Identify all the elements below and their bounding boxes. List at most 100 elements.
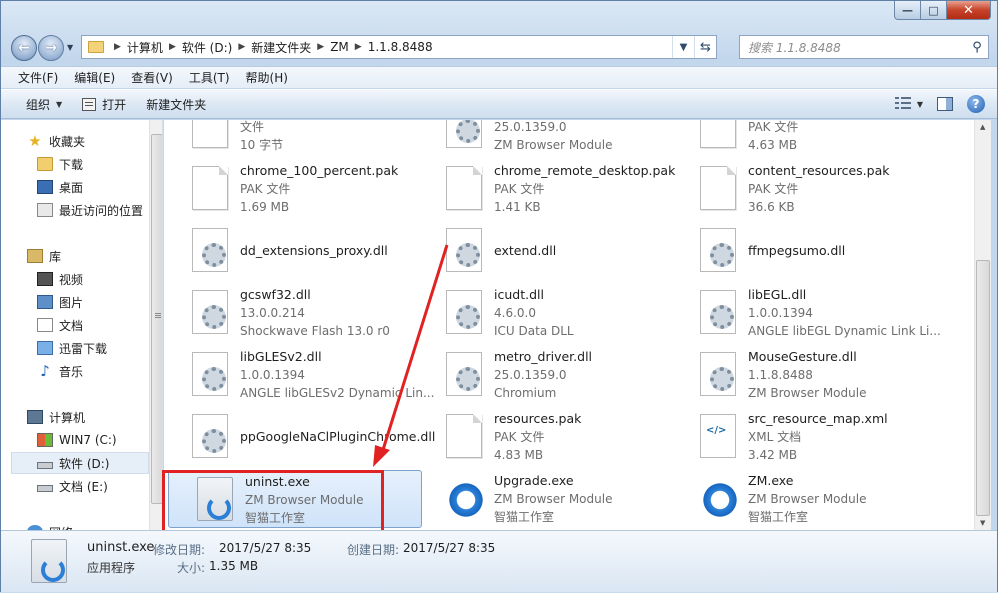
nav-documents[interactable]: 文档: [37, 314, 162, 336]
content-scrollbar[interactable]: ▲ ▼: [974, 120, 991, 530]
close-button[interactable]: ✕: [947, 1, 991, 20]
breadcrumb-new-folder[interactable]: 新建文件夹: [251, 39, 311, 56]
breadcrumb-drive-d[interactable]: 软件 (D:): [182, 39, 232, 56]
new-folder-button[interactable]: 新建文件夹: [136, 90, 216, 118]
file-detail: PAK 文件: [748, 120, 799, 134]
file-item[interactable]: chrome.dll25.0.1359.0ZM Browser Module: [418, 120, 672, 156]
file-item[interactable]: chrome_remote_desktop.pak PAK 文件 1.41 KB: [418, 160, 675, 218]
nav-drive-c[interactable]: WIN7 (C:): [37, 429, 162, 451]
search-icon[interactable]: ⚲: [966, 40, 988, 55]
file-item[interactable]: libGLESv2.dll 1.0.0.1394 ANGLE libGLESv2 D…: [164, 346, 434, 404]
drive-icon: [37, 461, 53, 469]
file-item[interactable]: content_resources.pak PAK 文件 36.6 KB: [672, 160, 926, 218]
menu-view[interactable]: 查看(V): [123, 69, 181, 86]
nav-computer[interactable]: 计算机: [27, 406, 162, 428]
chevron-right-icon[interactable]: ▶: [163, 42, 182, 52]
file-item[interactable]: metro_driver.dll 25.0.1359.0 Chromium: [418, 346, 672, 404]
scroll-up-icon[interactable]: ▲: [980, 123, 985, 131]
file-detail: 1.41 KB: [494, 200, 541, 214]
content-scroll-thumb[interactable]: [976, 260, 990, 516]
new-folder-label: 新建文件夹: [146, 97, 207, 112]
picture-icon: [37, 295, 53, 309]
minimize-button[interactable]: —: [894, 1, 921, 20]
file-detail: ZM Browser Module: [494, 492, 613, 506]
window-controls: — □ ✕: [894, 1, 991, 20]
help-icon[interactable]: ?: [967, 95, 985, 113]
nav-desktop[interactable]: 桌面: [37, 176, 162, 198]
dll-gear-icon: [446, 352, 482, 396]
nav-label: 文档 (E:): [59, 479, 108, 494]
details-modified-label: 修改日期:: [153, 543, 206, 557]
nav-network[interactable]: 网络: [27, 521, 162, 530]
refresh-icon[interactable]: ⇆: [694, 36, 716, 58]
forward-button[interactable]: →: [38, 35, 64, 61]
file-item[interactable]: dd_extensions_proxy.dll: [164, 222, 418, 280]
nav-scrollbar[interactable]: [149, 120, 162, 530]
view-dropdown-icon[interactable]: ▼: [917, 100, 923, 109]
file-detail: 36.6 KB: [748, 200, 795, 214]
nav-drive-e[interactable]: 文档 (E:): [37, 475, 162, 497]
maximize-button[interactable]: □: [921, 1, 947, 20]
file-item[interactable]: src_resource_map.xml XML 文档 3.42 MB: [672, 408, 926, 466]
dll-gear-icon: [446, 228, 482, 272]
file-detail: 文件: [240, 120, 265, 134]
file-item[interactable]: extend.dll: [418, 222, 672, 280]
nav-recent[interactable]: 最近访问的位置: [37, 199, 162, 221]
file-name: ppGoogleNaClPluginChrome.dll: [240, 429, 436, 444]
file-name: metro_driver.dll: [494, 349, 593, 364]
computer-icon: [27, 410, 43, 424]
file-detail: 4.63 MB: [748, 138, 798, 152]
file-item[interactable]: ZM.exe ZM Browser Module 智猫工作室: [672, 470, 926, 528]
nav-downloads[interactable]: 下载: [37, 153, 162, 175]
scroll-down-icon[interactable]: ▼: [980, 519, 985, 527]
file-item[interactable]: chrome_100_percent.pak PAK 文件 1.69 MB: [164, 160, 418, 218]
preview-pane-icon[interactable]: [937, 97, 953, 111]
breadcrumb-computer[interactable]: 计算机: [127, 39, 163, 56]
file-item[interactable]: libEGL.dll 1.0.0.1394 ANGLE libEGL Dynamic…: [672, 284, 941, 342]
file-item[interactable]: Upgrade.exe ZM Browser Module 智猫工作室: [418, 470, 672, 528]
nav-videos[interactable]: 视频: [37, 268, 162, 290]
search-box[interactable]: 搜索 1.1.8.8488 ⚲: [739, 35, 989, 59]
file-item[interactable]: gcswf32.dll 13.0.0.214 Shockwave Flash 13.…: [164, 284, 418, 342]
recent-places-icon: [37, 203, 53, 217]
nav-favorites[interactable]: ★ 收藏夹: [27, 130, 162, 152]
menu-bar: 文件(F) 编辑(E) 查看(V) 工具(T) 帮助(H): [1, 66, 997, 88]
file-item[interactable]: MouseGesture.dll 1.1.8.8488 ZM Browser Mod…: [672, 346, 926, 404]
zm-app-icon: [446, 478, 486, 518]
file-item[interactable]: resources.pak PAK 文件 4.83 MB: [418, 408, 672, 466]
chevron-right-icon[interactable]: ▶: [232, 42, 251, 52]
file-item[interactable]: ppGoogleNaClPluginChrome.dll: [164, 408, 435, 466]
open-button[interactable]: 打开: [72, 90, 136, 118]
menu-help[interactable]: 帮助(H): [238, 69, 296, 86]
menu-file[interactable]: 文件(F): [1, 69, 66, 86]
back-button[interactable]: ←: [11, 35, 37, 61]
file-detail: 25.0.1359.0: [494, 368, 567, 382]
file-detail: 3.42 MB: [748, 448, 798, 462]
nav-xunlei[interactable]: 迅雷下载: [37, 337, 162, 359]
chevron-right-icon[interactable]: ▶: [349, 42, 368, 52]
address-bar[interactable]: ▶ 计算机 ▶ 软件 (D:) ▶ 新建文件夹 ▶ ZM ▶ 1.1.8.8488 ▼ ⇆: [81, 35, 717, 59]
chevron-right-icon[interactable]: ▶: [108, 42, 127, 52]
menu-edit[interactable]: 编辑(E): [66, 69, 123, 86]
breadcrumb-zm[interactable]: ZM: [330, 40, 349, 54]
search-input[interactable]: 搜索 1.1.8.8488: [740, 39, 966, 56]
breadcrumb-version[interactable]: 1.1.8.8488: [368, 40, 433, 54]
nav-pictures[interactable]: 图片: [37, 291, 162, 313]
nav-libraries[interactable]: 库: [27, 245, 162, 267]
file-item[interactable]: ffmpegsumo.dll: [672, 222, 926, 280]
organize-button[interactable]: 组织 ▼: [1, 90, 72, 118]
menu-tools[interactable]: 工具(T): [181, 69, 238, 86]
chevron-right-icon[interactable]: ▶: [311, 42, 330, 52]
file-item[interactable]: chrome.pakPAK 文件4.63 MB: [672, 120, 926, 156]
nav-music[interactable]: ♪ 音乐: [37, 360, 162, 382]
recent-pages-dropdown[interactable]: ▼: [67, 43, 73, 52]
navigation-row: ← → ▼ ▶ 计算机 ▶ 软件 (D:) ▶ 新建文件夹 ▶ ZM ▶ 1.1.8.84…: [11, 33, 989, 61]
nav-scroll-thumb[interactable]: [151, 134, 162, 504]
nav-drive-d[interactable]: 软件 (D:): [11, 452, 149, 474]
file-item[interactable]: icudt.dll 4.6.0.0 ICU Data DLL: [418, 284, 672, 342]
chevron-down-icon[interactable]: ▼: [672, 36, 694, 58]
details-file-type: 应用程序: [87, 561, 136, 575]
file-item[interactable]: browser_version文件10 字节: [164, 120, 418, 156]
dll-gear-icon: [192, 290, 228, 334]
change-view-icon[interactable]: [894, 97, 911, 111]
